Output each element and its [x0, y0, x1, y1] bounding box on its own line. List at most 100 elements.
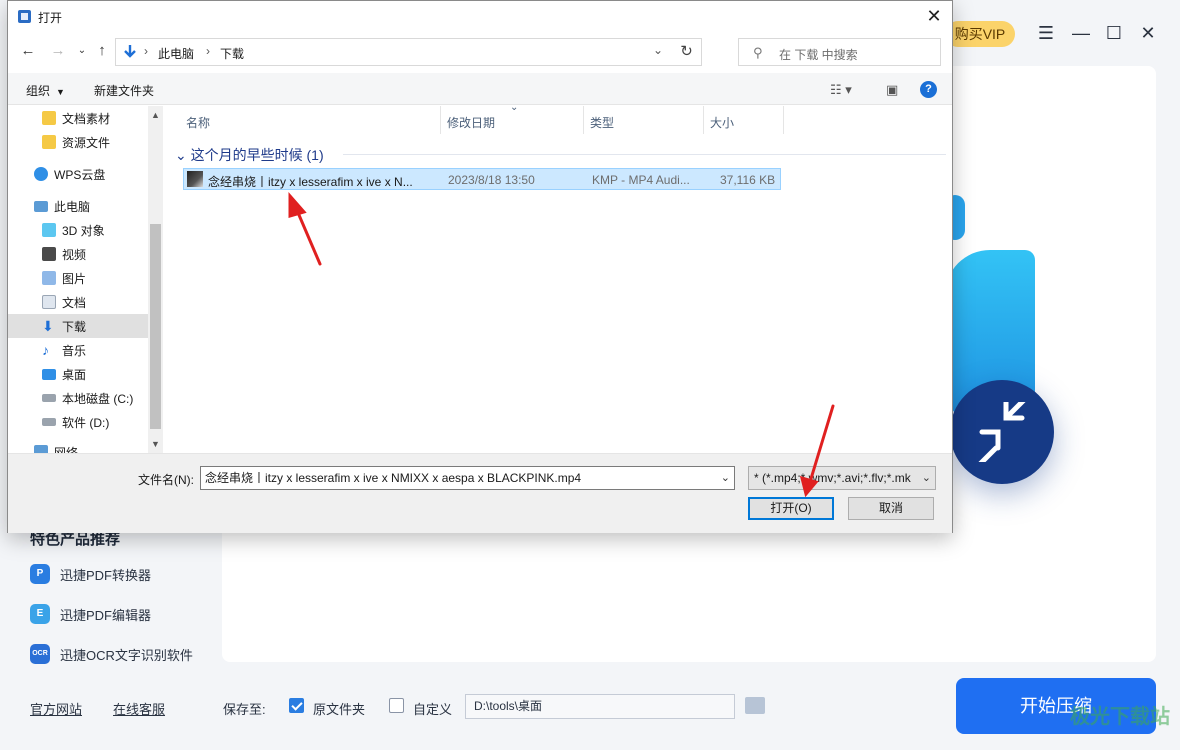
- column-header-size[interactable]: 大小: [710, 114, 734, 131]
- file-name: 念经串烧丨itzy x lesserafim x ive x N...: [208, 175, 413, 189]
- file-list: 名称 修改日期 ⌄ 类型 大小 ⌄ 这个月的早些时候 (1) 念经串烧丨itzy…: [165, 102, 952, 453]
- sidebar-item-label: 下载: [62, 319, 87, 334]
- product-pdf-converter[interactable]: P 迅捷PDF转换器: [30, 562, 151, 586]
- address-dropdown-icon[interactable]: ⌄: [653, 43, 663, 57]
- vip-button[interactable]: 购买VIP: [945, 21, 1015, 47]
- menu-icon[interactable]: ☰: [1035, 22, 1057, 44]
- sidebar-item-network[interactable]: 网络: [8, 440, 148, 453]
- music-icon: ♪: [42, 342, 49, 358]
- website-link[interactable]: 官方网站: [30, 699, 82, 718]
- up-arrow-icon[interactable]: ↑: [92, 41, 112, 61]
- chevron-down-icon[interactable]: ⌄: [917, 467, 931, 489]
- sidebar-item-videos[interactable]: 视频: [8, 242, 148, 266]
- search-icon: ⚲: [753, 45, 763, 60]
- product-ocr[interactable]: OCR 迅捷OCR文字识别软件: [30, 642, 193, 666]
- file-row[interactable]: 念经串烧丨itzy x lesserafim x ive x N... 2023…: [183, 168, 781, 190]
- sidebar-item-downloads[interactable]: ⬇ 下载: [8, 314, 148, 338]
- 3d-objects-icon: [42, 223, 56, 237]
- breadcrumb-separator: ›: [144, 44, 148, 58]
- breadcrumb-this-pc[interactable]: 此电脑: [158, 45, 194, 62]
- sidebar-item-drive-d[interactable]: 软件 (D:): [8, 410, 148, 434]
- forward-arrow-icon[interactable]: →: [48, 41, 68, 61]
- pdf-converter-icon: P: [30, 564, 50, 584]
- column-header-name[interactable]: 名称: [186, 114, 210, 131]
- column-divider: [583, 106, 584, 134]
- sidebar-item-3d-objects[interactable]: 3D 对象: [8, 218, 148, 242]
- sidebar-item-label: 此电脑: [54, 199, 91, 214]
- sidebar-item-resources[interactable]: 资源文件: [8, 130, 148, 154]
- column-header-date[interactable]: 修改日期: [447, 114, 495, 131]
- help-icon[interactable]: ?: [920, 81, 937, 98]
- scrollbar-thumb[interactable]: [150, 224, 161, 429]
- support-link[interactable]: 在线客服: [113, 699, 165, 718]
- scroll-up-icon[interactable]: ▲: [151, 110, 160, 120]
- folder-icon: [42, 111, 56, 125]
- cancel-button[interactable]: 取消: [848, 497, 934, 520]
- custom-folder-checkbox[interactable]: [389, 698, 404, 713]
- sidebar-item-label: 网络: [54, 445, 79, 454]
- save-path-field[interactable]: D:\tools\桌面: [465, 694, 735, 719]
- organize-button[interactable]: 组织 ▼: [26, 82, 65, 99]
- sidebar-item-documents[interactable]: 文档: [8, 290, 148, 314]
- folder-icon[interactable]: [745, 697, 765, 714]
- filename-label: 文件名(N):: [138, 473, 194, 487]
- sidebar-item-music[interactable]: ♪ 音乐: [8, 338, 148, 362]
- chevron-down-icon[interactable]: ⌄: [721, 467, 730, 489]
- group-header[interactable]: ⌄ 这个月的早些时候 (1): [175, 145, 324, 165]
- sort-caret-icon: ⌄: [510, 102, 519, 113]
- preview-pane-icon[interactable]: ▣: [886, 82, 898, 98]
- product-label: 迅捷PDF编辑器: [60, 607, 152, 623]
- sidebar-item-label: 文档素材: [62, 111, 111, 126]
- recent-dropdown-icon[interactable]: ⌄: [72, 41, 92, 61]
- close-app-icon[interactable]: ✕: [1137, 22, 1159, 44]
- sidebar-item-this-pc[interactable]: 此电脑: [8, 194, 148, 218]
- search-placeholder: 在 下载 中搜索: [779, 48, 858, 62]
- download-icon: ⬇: [42, 318, 54, 334]
- group-header-label: 这个月的早些时候 (1): [190, 147, 324, 163]
- view-options-icon[interactable]: ☷ ▾: [830, 82, 852, 98]
- sidebar-item-label: 图片: [62, 271, 87, 286]
- chevron-down-icon: ⌄: [175, 147, 191, 163]
- pictures-icon: [42, 271, 56, 285]
- column-divider: [783, 106, 784, 134]
- sidebar-item-doc-materials[interactable]: 文档素材: [8, 106, 148, 130]
- new-folder-button[interactable]: 新建文件夹: [94, 82, 154, 99]
- minimize-icon[interactable]: —: [1070, 22, 1092, 44]
- video-icon: [42, 247, 56, 261]
- sidebar-item-label: 视频: [62, 247, 87, 262]
- file-date: 2023/8/18 13:50: [448, 173, 535, 187]
- sidebar-scrollbar[interactable]: ▲ ▼: [148, 106, 163, 453]
- refresh-icon[interactable]: ↻: [672, 38, 702, 66]
- dialog-app-icon: [18, 10, 31, 23]
- dialog-close-icon[interactable]: ✕: [922, 5, 946, 27]
- sidebar-item-label: WPS云盘: [54, 167, 106, 182]
- original-folder-checkbox[interactable]: [289, 698, 304, 713]
- product-label: 迅捷PDF转换器: [60, 567, 152, 583]
- filename-input[interactable]: 念经串烧丨itzy x lesserafim x ive x NMIXX x a…: [200, 466, 735, 490]
- sidebar-item-desktop[interactable]: 桌面: [8, 362, 148, 386]
- file-type: KMP - MP4 Audi...: [592, 173, 690, 187]
- breadcrumb-downloads[interactable]: 下载: [220, 45, 244, 62]
- scroll-down-icon[interactable]: ▼: [151, 439, 160, 449]
- compress-icon: [950, 380, 1054, 484]
- product-pdf-editor[interactable]: E 迅捷PDF编辑器: [30, 602, 151, 626]
- watermark: 极光下载站: [1070, 706, 1170, 728]
- address-bar[interactable]: › 此电脑 › 下载 ⌄: [115, 38, 702, 66]
- drive-icon: [42, 418, 56, 426]
- maximize-icon[interactable]: ☐: [1103, 22, 1125, 44]
- sidebar-item-pictures[interactable]: 图片: [8, 266, 148, 290]
- sidebar-item-drive-c[interactable]: 本地磁盘 (C:): [8, 386, 148, 410]
- custom-folder-label: 自定义: [413, 702, 453, 717]
- column-header-type[interactable]: 类型: [590, 114, 614, 131]
- desktop-icon: [42, 368, 56, 380]
- sidebar-item-label: 音乐: [62, 343, 87, 358]
- download-icon: [124, 45, 136, 58]
- product-label: 迅捷OCR文字识别软件: [60, 647, 193, 663]
- search-input[interactable]: ⚲ 在 下载 中搜索: [738, 38, 941, 66]
- back-arrow-icon[interactable]: ←: [18, 41, 38, 61]
- sidebar-item-wps-cloud[interactable]: WPS云盘: [8, 162, 148, 186]
- file-type-filter[interactable]: * (*.mp4;*.wmv;*.avi;*.flv;*.mk ⌄: [748, 466, 936, 490]
- folder-icon: [42, 135, 56, 149]
- open-button[interactable]: 打开(O): [748, 497, 834, 520]
- pdf-editor-icon: E: [30, 604, 50, 624]
